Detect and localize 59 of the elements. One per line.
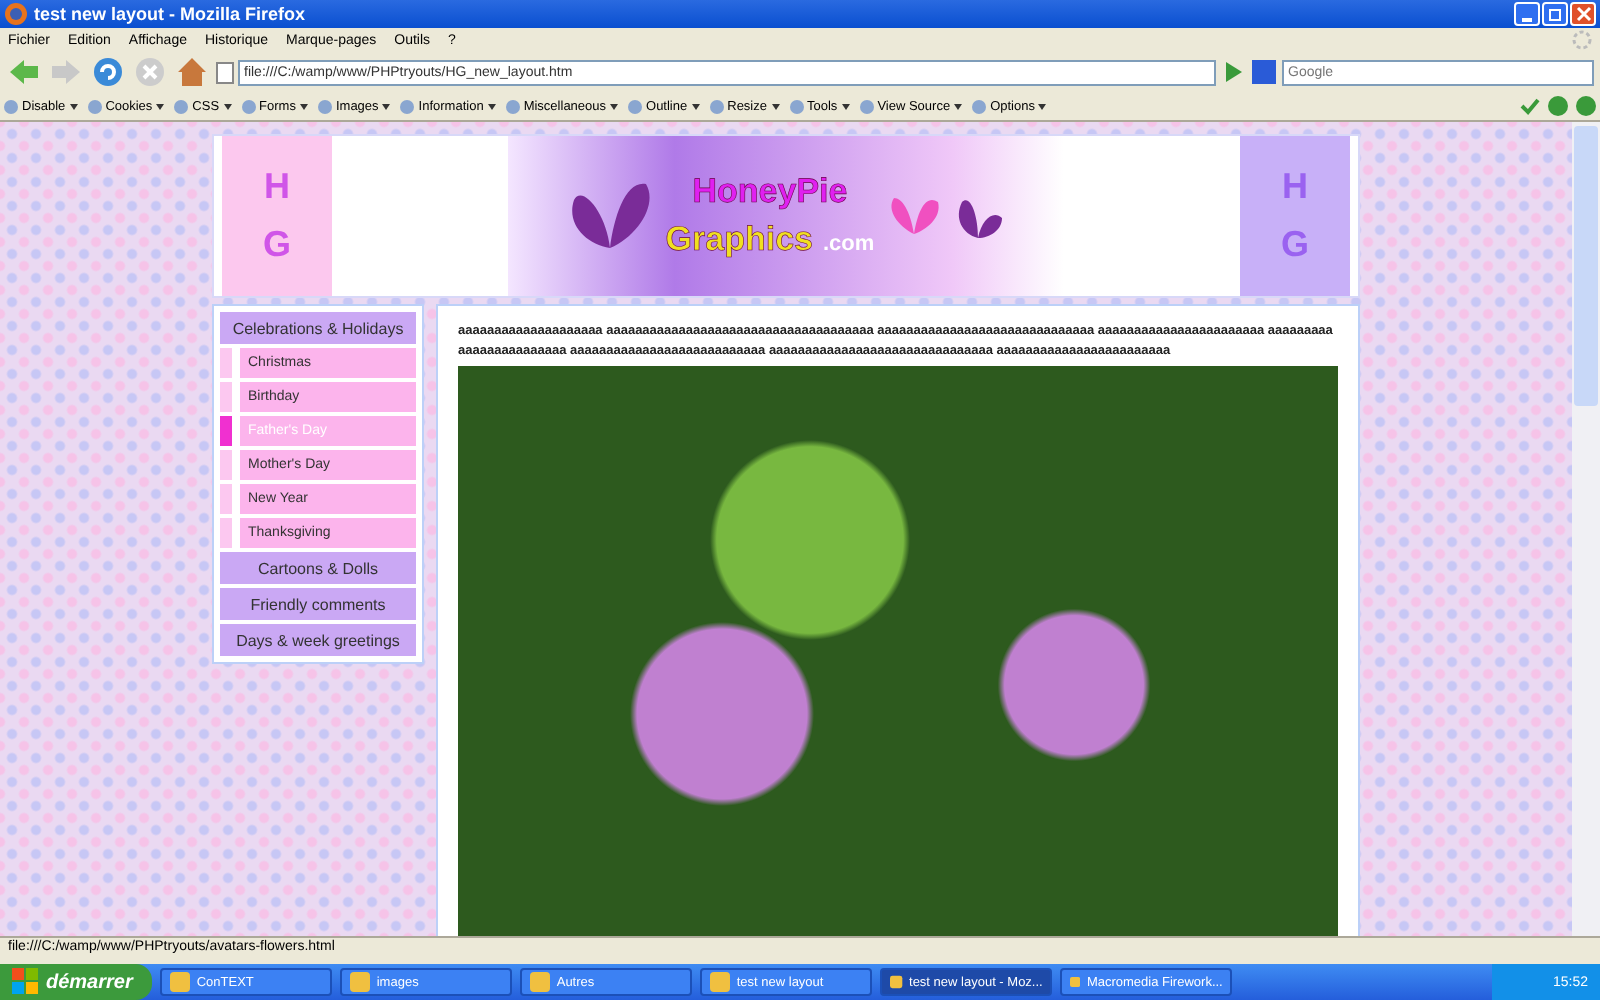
category-button[interactable]: Friendly comments	[220, 588, 416, 620]
restore-button[interactable]	[1542, 2, 1568, 26]
app-icon	[170, 972, 191, 992]
caret-icon	[1038, 103, 1047, 109]
butterfly-icon	[886, 194, 943, 238]
caret-icon	[841, 103, 850, 109]
stop-button[interactable]	[132, 56, 168, 88]
caret-icon	[156, 103, 165, 109]
caret-icon	[610, 103, 619, 109]
caret-icon	[954, 103, 963, 109]
app-icon	[530, 972, 551, 992]
restore-icon	[1547, 6, 1563, 22]
toolbar-icon	[87, 99, 102, 113]
logo-text: Graphics	[665, 220, 813, 260]
start-button[interactable]: démarrer	[0, 964, 153, 1000]
scrollbar[interactable]	[1572, 122, 1600, 936]
category-button[interactable]: Celebrations & Holidays	[220, 312, 416, 344]
caret-icon	[69, 103, 78, 109]
category-button[interactable]: Days & week greetings	[220, 624, 416, 656]
toolbar-icon	[241, 99, 256, 113]
close-button[interactable]	[1570, 2, 1596, 26]
caret-icon	[382, 103, 391, 109]
go-button[interactable]	[1222, 60, 1246, 84]
caret-icon	[771, 103, 779, 109]
browser-icon	[4, 2, 28, 26]
logo-suffix: .com	[823, 232, 875, 256]
windows-logo-icon	[12, 968, 40, 996]
toolbar-icon	[628, 99, 643, 113]
minimize-button[interactable]	[1514, 2, 1540, 26]
logo-letter: G	[1280, 224, 1309, 266]
app-icon	[350, 972, 371, 992]
home-button[interactable]	[174, 56, 210, 88]
toolbar-icon	[174, 99, 189, 113]
logo-letter: G	[262, 224, 291, 266]
logo-letter: H	[264, 166, 290, 208]
app-icon	[710, 972, 731, 992]
logo-letter: H	[1282, 166, 1308, 208]
caret-icon	[223, 103, 232, 109]
caret-icon	[299, 103, 308, 109]
toolbar-icon	[859, 99, 874, 113]
app-icon	[1070, 972, 1081, 992]
window-title: test new layout - Mozilla Firefox	[34, 4, 306, 24]
close-icon	[1575, 6, 1591, 22]
toolbar-icon	[789, 99, 803, 113]
toolbar-icon	[972, 99, 987, 113]
toolbar-icon	[4, 99, 18, 113]
category-button[interactable]: Cartoons & Dolls	[220, 552, 416, 584]
reload-button[interactable]	[90, 56, 126, 88]
caret-icon	[487, 103, 496, 109]
logo-text: HoneyPie	[692, 172, 848, 212]
toolbar-icon	[505, 99, 520, 113]
app-icon	[890, 972, 904, 992]
toolbar-icon	[400, 99, 415, 113]
toolbar-icon	[317, 99, 332, 113]
back-button[interactable]	[6, 58, 42, 86]
page-icon	[216, 61, 234, 83]
toolbar-icon	[709, 99, 724, 113]
caret-icon	[691, 103, 700, 109]
throbber-icon	[1572, 30, 1592, 50]
